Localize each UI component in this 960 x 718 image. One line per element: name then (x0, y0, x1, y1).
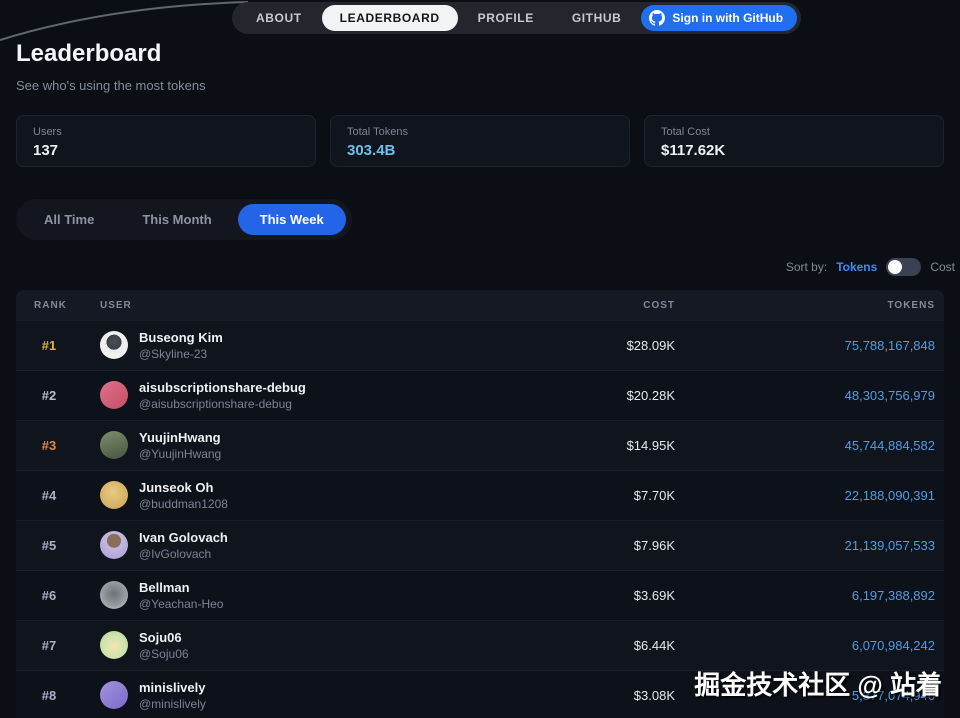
user-handle: @buddman1208 (139, 496, 228, 512)
rank-badge: #6 (16, 588, 82, 603)
avatar (100, 381, 128, 409)
tokens-value: 45,744,884,582 (684, 438, 944, 453)
tab-this-month[interactable]: This Month (120, 204, 233, 235)
stat-value: 303.4B (347, 142, 613, 159)
cost-value: $3.08K (434, 688, 684, 703)
stat-label: Users (33, 126, 299, 138)
avatar (100, 581, 128, 609)
sort-by-label: Sort by: (786, 260, 827, 274)
tokens-value: 5,377,074,946 (684, 688, 944, 703)
user-name: minislively (139, 679, 206, 697)
stat-card-users: Users 137 (16, 115, 316, 167)
stat-label: Total Tokens (347, 126, 613, 138)
cost-value: $20.28K (434, 388, 684, 403)
user-name: aisubscriptionshare-debug (139, 379, 306, 397)
rank-badge: #5 (16, 538, 82, 553)
table-row[interactable]: #8 minislively @minislively $3.08K 5,377… (16, 670, 944, 718)
nav-item-about[interactable]: ABOUT (238, 5, 320, 31)
user-name: YuujinHwang (139, 429, 221, 447)
avatar (100, 331, 128, 359)
user-name: Junseok Oh (139, 479, 228, 497)
stat-label: Total Cost (661, 126, 927, 138)
stats-row: Users 137 Total Tokens 303.4B Total Cost… (16, 115, 944, 167)
table-header: RANK USER COST TOKENS (16, 290, 944, 320)
table-row[interactable]: #7 Soju06 @Soju06 $6.44K 6,070,984,242 (16, 620, 944, 670)
column-header-rank: RANK (16, 300, 82, 311)
rank-badge: #3 (16, 438, 82, 453)
page-title: Leaderboard (16, 40, 944, 68)
rank-badge: #1 (16, 338, 82, 353)
cost-value: $7.70K (434, 488, 684, 503)
column-header-cost: COST (434, 300, 684, 311)
time-filter-tabs: All Time This Month This Week (16, 199, 352, 240)
table-row[interactable]: #2 aisubscriptionshare-debug @aisubscrip… (16, 370, 944, 420)
table-row[interactable]: #4 Junseok Oh @buddman1208 $7.70K 22,188… (16, 470, 944, 520)
nav-item-github[interactable]: GITHUB (554, 5, 640, 31)
user-handle: @Skyline-23 (139, 346, 223, 362)
table-row[interactable]: #5 Ivan Golovach @IvGolovach $7.96K 21,1… (16, 520, 944, 570)
column-header-user: USER (82, 300, 434, 311)
tokens-value: 6,197,388,892 (684, 588, 944, 603)
user-handle: @Yeachan-Heo (139, 596, 223, 612)
table-row[interactable]: #6 Bellman @Yeachan-Heo $3.69K 6,197,388… (16, 570, 944, 620)
stat-card-total-tokens: Total Tokens 303.4B (330, 115, 630, 167)
rank-badge: #8 (16, 688, 82, 703)
signin-github-button[interactable]: Sign in with GitHub (641, 5, 797, 31)
toggle-knob (888, 260, 902, 274)
table-row[interactable]: #3 YuujinHwang @YuujinHwang $14.95K 45,7… (16, 420, 944, 470)
stat-value: $117.62K (661, 142, 927, 159)
user-handle: @YuujinHwang (139, 446, 221, 462)
tokens-value: 21,139,057,533 (684, 538, 944, 553)
tab-this-week[interactable]: This Week (238, 204, 346, 235)
avatar (100, 681, 128, 709)
sort-option-cost[interactable]: Cost (930, 260, 955, 274)
stat-card-total-cost: Total Cost $117.62K (644, 115, 944, 167)
user-handle: @aisubscriptionshare-debug (139, 396, 306, 412)
user-handle: @Soju06 (139, 646, 189, 662)
github-icon (649, 10, 665, 26)
leaderboard-table: RANK USER COST TOKENS #1 Buseong Kim @Sk… (16, 290, 944, 718)
user-handle: @IvGolovach (139, 546, 228, 562)
stat-value: 137 (33, 142, 299, 159)
top-navigation-bar: ABOUT LEADERBOARD PROFILE GITHUB Sign in… (0, 0, 960, 32)
avatar (100, 631, 128, 659)
cost-value: $7.96K (434, 538, 684, 553)
tokens-value: 75,788,167,848 (684, 338, 944, 353)
tokens-value: 6,070,984,242 (684, 638, 944, 653)
cost-value: $28.09K (434, 338, 684, 353)
signin-label: Sign in with GitHub (672, 11, 783, 25)
rank-badge: #4 (16, 488, 82, 503)
sort-controls: Sort by: Tokens Cost (16, 258, 955, 276)
cost-value: $6.44K (434, 638, 684, 653)
nav-item-leaderboard[interactable]: LEADERBOARD (322, 5, 458, 31)
avatar (100, 531, 128, 559)
sort-option-tokens[interactable]: Tokens (836, 260, 877, 274)
rank-badge: #7 (16, 638, 82, 653)
user-name: Bellman (139, 579, 223, 597)
cost-value: $3.69K (434, 588, 684, 603)
main-content: Leaderboard See who's using the most tok… (0, 30, 960, 718)
user-name: Soju06 (139, 629, 189, 647)
tokens-value: 48,303,756,979 (684, 388, 944, 403)
avatar (100, 481, 128, 509)
user-name: Buseong Kim (139, 329, 223, 347)
cost-value: $14.95K (434, 438, 684, 453)
avatar (100, 431, 128, 459)
nav-item-profile[interactable]: PROFILE (460, 5, 552, 31)
rank-badge: #2 (16, 388, 82, 403)
user-name: Ivan Golovach (139, 529, 228, 547)
table-row[interactable]: #1 Buseong Kim @Skyline-23 $28.09K 75,78… (16, 320, 944, 370)
user-handle: @minislively (139, 696, 206, 712)
tokens-value: 22,188,090,391 (684, 488, 944, 503)
page-subtitle: See who's using the most tokens (16, 78, 944, 93)
column-header-tokens: TOKENS (684, 300, 944, 311)
tab-all-time[interactable]: All Time (22, 204, 116, 235)
sort-toggle-switch[interactable] (886, 258, 921, 276)
